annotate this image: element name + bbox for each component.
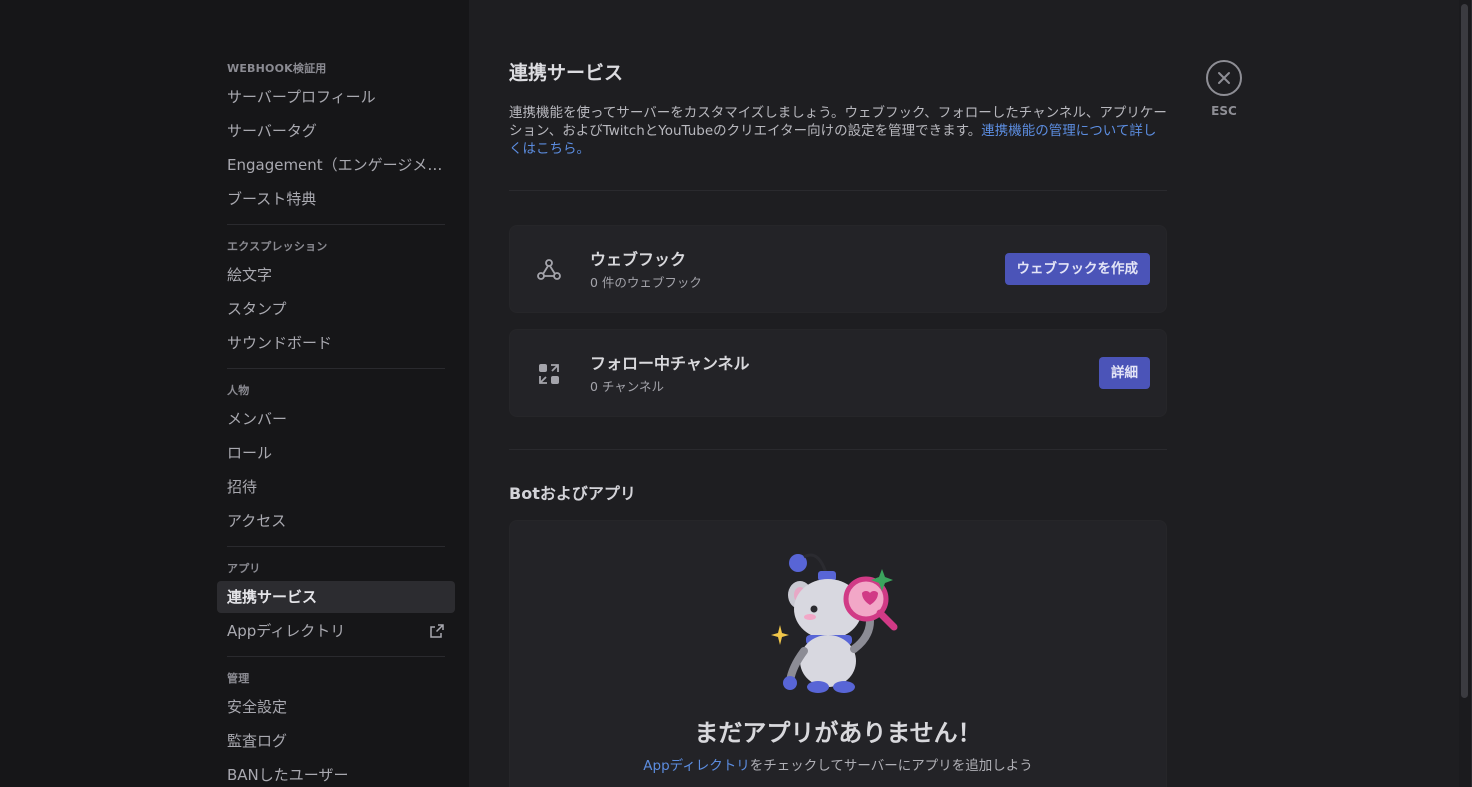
- settings-main: 連携サービス 連携機能を使ってサーバーをカスタマイズしましょう。ウェブフック、フ…: [469, 0, 1459, 787]
- empty-state-description: Appディレクトリをチェックしてサーバーにアプリを追加しよう: [510, 754, 1166, 774]
- external-link-icon: [430, 624, 444, 638]
- webhook-icon: [537, 259, 561, 280]
- sidebar-item-safety[interactable]: 安全設定: [217, 691, 455, 723]
- sidebar-item-app-directory[interactable]: Appディレクトリ: [217, 615, 455, 647]
- sidebar-header-expression: エクスプレッション: [227, 240, 328, 253]
- followed-channels-count: 0 チャンネル: [590, 379, 665, 394]
- close-button[interactable]: [1206, 60, 1242, 96]
- apps-empty-card: まだアプリがありません！ Appディレクトリをチェックしてサーバーにアプリを追加…: [509, 520, 1167, 787]
- sidebar-header-people: 人物: [227, 384, 250, 397]
- sidebar-item-label: Appディレクトリ: [227, 622, 346, 640]
- sidebar-item-audit-log[interactable]: 監査ログ: [217, 725, 455, 757]
- sidebar-item-members[interactable]: メンバー: [217, 403, 455, 435]
- create-webhook-button[interactable]: ウェブフックを作成: [1004, 253, 1150, 285]
- sidebar-header-server: WEBHOOK検証用: [227, 62, 327, 75]
- page-description: 連携機能を使ってサーバーをカスタマイズしましょう。ウェブフック、フォローしたチャ…: [509, 104, 1169, 158]
- sidebar-divider: [227, 656, 445, 657]
- sidebar-item-emoji[interactable]: 絵文字: [217, 259, 455, 291]
- sidebar-item-boost-perks[interactable]: ブースト特典: [217, 183, 455, 215]
- sidebar-item-server-profile[interactable]: サーバープロフィール: [217, 81, 455, 113]
- webhooks-title: ウェブフック: [590, 250, 687, 269]
- sidebar-item-invites[interactable]: 招待: [217, 471, 455, 503]
- followed-channels-title: フォロー中チャンネル: [590, 354, 750, 373]
- sidebar-item-engagement[interactable]: Engagement（エンゲージメント）: [217, 149, 455, 181]
- sidebar-divider: [227, 546, 445, 547]
- settings-sidebar: WEBHOOK検証用 サーバープロフィール サーバータグ Engagement（…: [0, 0, 469, 787]
- section-divider: [509, 449, 1167, 450]
- integrations-content: 連携サービス 連携機能を使ってサーバーをカスタマイズしましょう。ウェブフック、フ…: [509, 58, 1167, 787]
- sidebar-header-apps: アプリ: [227, 562, 261, 575]
- sidebar-item-stickers[interactable]: スタンプ: [217, 293, 455, 325]
- close-icon: [1218, 72, 1230, 84]
- page-title: 連携サービス: [509, 62, 624, 84]
- robot-mascot-illustration: [771, 553, 898, 693]
- followed-channels-card[interactable]: フォロー中チャンネル 0 チャンネル 詳細: [509, 329, 1167, 417]
- followed-details-button[interactable]: 詳細: [1099, 357, 1150, 389]
- app-directory-link[interactable]: Appディレクトリ: [643, 758, 749, 774]
- empty-state-title: まだアプリがありません！: [694, 719, 982, 747]
- empty-state-text: をチェックしてサーバーにアプリを追加しよう: [749, 758, 1033, 774]
- sidebar-item-integrations[interactable]: 連携サービス: [217, 581, 455, 613]
- sidebar-header-moderation: 管理: [227, 672, 250, 685]
- sidebar-item-access[interactable]: アクセス: [217, 505, 455, 537]
- webhooks-card[interactable]: ウェブフック 0 件のウェブフック ウェブフックを作成: [509, 225, 1167, 313]
- sidebar-divider: [227, 368, 445, 369]
- sidebar-item-bans[interactable]: BANしたユーザー: [217, 759, 455, 787]
- sidebar-divider: [227, 224, 445, 225]
- webhooks-count: 0 件のウェブフック: [590, 275, 702, 290]
- section-divider: [509, 190, 1167, 191]
- follow-channel-icon: [539, 364, 559, 384]
- sidebar-item-server-tag[interactable]: サーバータグ: [217, 115, 455, 147]
- sidebar-item-roles[interactable]: ロール: [217, 437, 455, 469]
- apps-section-title: Botおよびアプリ: [509, 484, 636, 503]
- scrollbar-thumb[interactable]: [1461, 4, 1468, 698]
- sidebar-item-soundboard[interactable]: サウンドボード: [217, 327, 455, 359]
- esc-label: ESC: [1211, 104, 1237, 118]
- sidebar-content: WEBHOOK検証用 サーバープロフィール サーバータグ Engagement（…: [217, 60, 455, 787]
